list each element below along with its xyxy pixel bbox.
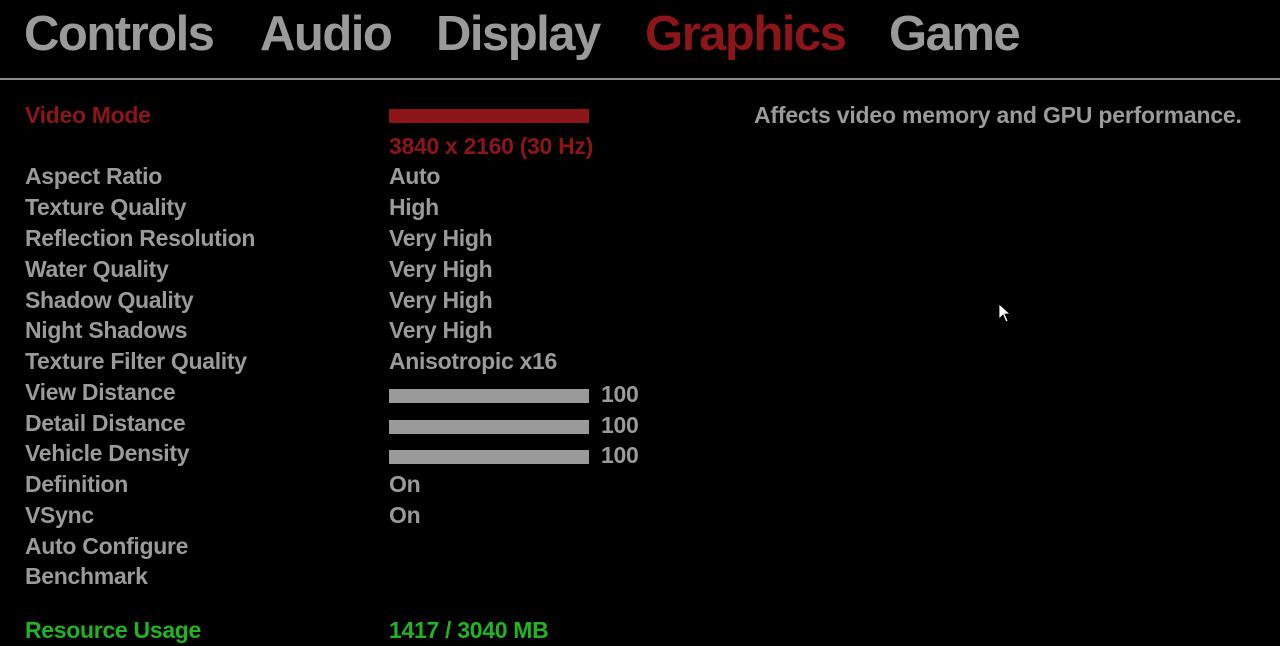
mouse-pointer-icon xyxy=(998,303,1012,323)
setting-view-distance[interactable]: View Distance 100 xyxy=(0,377,700,408)
setting-label: Auto Configure xyxy=(25,533,189,559)
tab-graphics[interactable]: Graphics xyxy=(645,6,847,62)
setting-value: On xyxy=(389,502,421,528)
tab-display[interactable]: Display xyxy=(436,6,601,62)
slider-fill xyxy=(389,389,589,403)
setting-video-mode[interactable]: Video Mode 3840 x 2160 (30 Hz) xyxy=(0,100,700,162)
setting-label: Shadow Quality xyxy=(25,287,194,313)
setting-description: Affects video memory and GPU performance… xyxy=(754,102,1242,128)
setting-label: Video Mode xyxy=(25,102,151,128)
tab-controls[interactable]: Controls xyxy=(24,6,215,62)
setting-night-shadows[interactable]: Night Shadows Very High xyxy=(0,315,700,346)
slider-fill xyxy=(389,420,589,434)
setting-value: Very High xyxy=(389,287,493,313)
setting-value: On xyxy=(389,471,421,497)
setting-value: High xyxy=(389,194,439,220)
setting-label: Water Quality xyxy=(25,256,169,282)
setting-label: Texture Filter Quality xyxy=(25,348,247,374)
slider-fill xyxy=(389,450,589,464)
slider-value: 100 xyxy=(601,381,639,407)
setting-label: Texture Quality xyxy=(25,194,187,220)
setting-label: Night Shadows xyxy=(25,317,188,343)
setting-shadow-quality[interactable]: Shadow Quality Very High xyxy=(0,285,700,316)
tab-game[interactable]: Game xyxy=(889,6,1021,62)
setting-label: View Distance xyxy=(25,379,176,405)
video-mode-slider[interactable] xyxy=(389,109,589,123)
setting-value: Auto xyxy=(389,163,441,189)
tab-audio[interactable]: Audio xyxy=(260,6,393,62)
resource-usage: Resource Usage 1417 / 3040 MB xyxy=(0,615,700,646)
slider-fill xyxy=(389,109,589,123)
setting-aspect-ratio[interactable]: Aspect Ratio Auto xyxy=(0,161,700,192)
slider-value: 100 xyxy=(601,412,639,438)
setting-texture-quality[interactable]: Texture Quality High xyxy=(0,192,700,223)
setting-label: Reflection Resolution xyxy=(25,225,256,251)
setting-label: Detail Distance xyxy=(25,410,186,436)
setting-value: Anisotropic x16 xyxy=(389,348,558,374)
setting-vehicle-density[interactable]: Vehicle Density 100 xyxy=(0,438,700,469)
vehicle-density-slider[interactable] xyxy=(389,450,589,464)
setting-value: Very High xyxy=(389,256,493,282)
tab-bar: Controls Audio Display Graphics Game xyxy=(0,0,1280,78)
setting-water-quality[interactable]: Water Quality Very High xyxy=(0,254,700,285)
benchmark-button[interactable]: Benchmark xyxy=(0,561,700,592)
view-distance-slider[interactable] xyxy=(389,389,589,403)
setting-label: Definition xyxy=(25,471,129,497)
setting-value: Very High xyxy=(389,225,493,251)
setting-detail-distance[interactable]: Detail Distance 100 xyxy=(0,408,700,439)
auto-configure-button[interactable]: Auto Configure xyxy=(0,531,700,562)
setting-vsync[interactable]: VSync On xyxy=(0,500,700,531)
resource-usage-label: Resource Usage xyxy=(25,617,202,643)
setting-reflection-resolution[interactable]: Reflection Resolution Very High xyxy=(0,223,700,254)
setting-value: Very High xyxy=(389,317,493,343)
resource-usage-value: 1417 / 3040 MB xyxy=(389,617,549,643)
setting-label: Benchmark xyxy=(25,563,148,589)
setting-label: VSync xyxy=(25,502,94,528)
tab-divider xyxy=(0,78,1280,80)
setting-texture-filter-quality[interactable]: Texture Filter Quality Anisotropic x16 xyxy=(0,346,700,377)
setting-label: Vehicle Density xyxy=(25,440,190,466)
setting-label: Aspect Ratio xyxy=(25,163,162,189)
slider-value: 100 xyxy=(601,442,639,468)
setting-definition[interactable]: Definition On xyxy=(0,469,700,500)
setting-value: 3840 x 2160 (30 Hz) xyxy=(389,133,593,159)
detail-distance-slider[interactable] xyxy=(389,420,589,434)
